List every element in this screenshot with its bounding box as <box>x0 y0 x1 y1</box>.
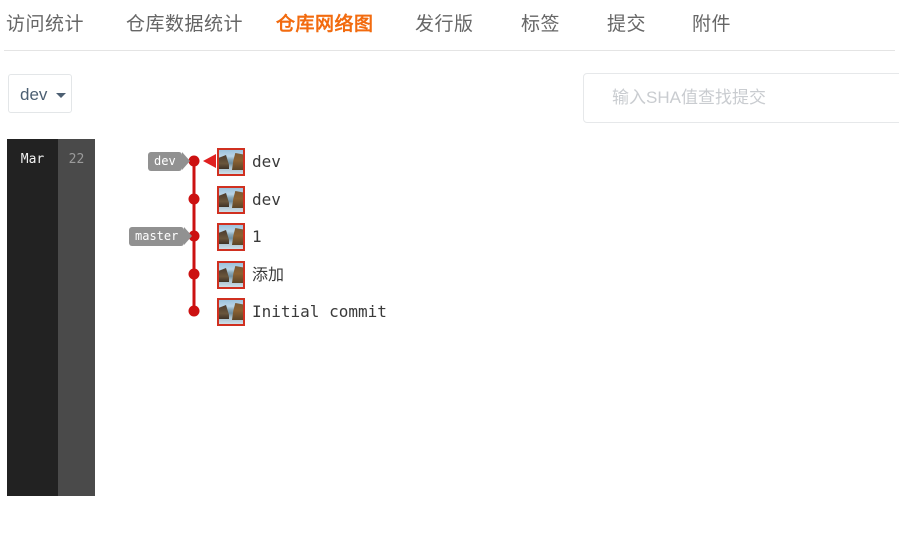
commit-node[interactable] <box>188 268 200 280</box>
tab-repository-network-graph[interactable]: 仓库网络图 <box>276 12 374 38</box>
head-arrow-triangle <box>203 154 216 168</box>
timeline-month-label: Mar <box>20 152 45 167</box>
timeline-date-panel: Mar 22 <box>7 139 95 496</box>
timeline-day-label: 22 <box>68 152 85 167</box>
timeline-month-column <box>7 139 58 496</box>
commit-message[interactable]: 添加 <box>252 261 284 289</box>
commit-message[interactable]: 1 <box>252 223 262 251</box>
head-arrow-icon <box>203 154 216 168</box>
branch-selector-button[interactable]: dev <box>8 74 72 113</box>
commit-message[interactable]: dev <box>252 186 281 214</box>
avatar[interactable] <box>217 298 245 326</box>
commit-node[interactable] <box>188 305 200 317</box>
timeline-day-column <box>58 139 95 496</box>
tab-bar: 访问统计 仓库数据统计 仓库网络图 发行版 标签 提交 附件 <box>0 0 899 52</box>
tab-visit-statistics[interactable]: 访问统计 <box>6 12 84 38</box>
tab-releases[interactable]: 发行版 <box>415 12 474 38</box>
commit-node[interactable] <box>188 155 200 167</box>
tab-attachments[interactable]: 附件 <box>692 12 731 38</box>
chevron-down-icon <box>56 93 66 98</box>
sha-search-input[interactable] <box>583 73 899 123</box>
avatar[interactable] <box>217 261 245 289</box>
tab-commits[interactable]: 提交 <box>607 12 646 38</box>
commit-message[interactable]: dev <box>252 148 281 176</box>
branch-selector-label: dev <box>20 85 48 104</box>
tab-tags[interactable]: 标签 <box>521 12 560 38</box>
commit-node[interactable] <box>188 193 200 205</box>
avatar[interactable] <box>217 186 245 214</box>
avatar[interactable] <box>217 223 245 251</box>
ref-label-master[interactable]: master <box>129 227 193 246</box>
commit-message[interactable]: Initial commit <box>252 298 387 326</box>
tab-repository-data-statistics[interactable]: 仓库数据统计 <box>126 12 243 38</box>
ref-label-dev[interactable]: dev <box>148 152 190 171</box>
avatar[interactable] <box>217 148 245 176</box>
tab-bar-divider <box>4 50 895 51</box>
